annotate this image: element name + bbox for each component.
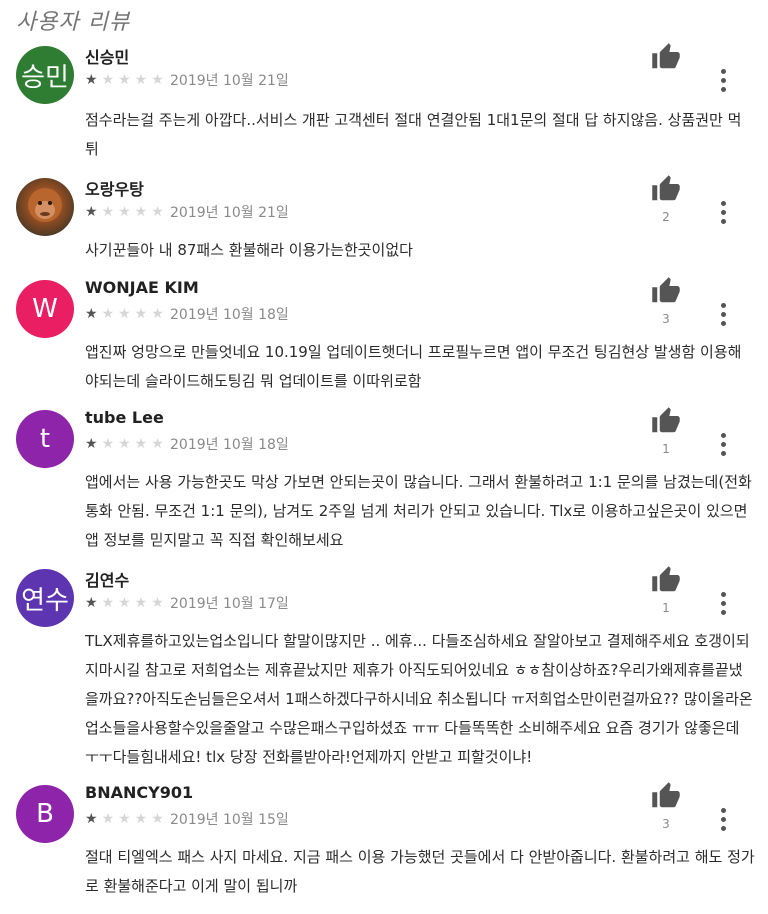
avatar[interactable]: 승민 xyxy=(16,46,74,104)
review-text: TLX제휴를하고있는업소입니다 할말이많지만 .. 에휴... 다들조심하세요 … xyxy=(85,632,753,766)
review-date: 2019년 10월 17일 xyxy=(170,596,289,612)
avatar[interactable]: t xyxy=(16,410,74,468)
avatar[interactable]: B xyxy=(16,785,74,843)
thumbs-up-icon[interactable] xyxy=(650,42,682,72)
star-rating: ★★★★★ xyxy=(85,595,168,611)
star-rating: ★★★★★ xyxy=(85,811,168,827)
star-rating: ★★★★★ xyxy=(85,72,168,88)
review-text: 점수라는걸 주는게 아깝다..서비스 개판 고객센터 절대 연결안됨 1대1문의… xyxy=(85,111,742,158)
more-options-icon[interactable] xyxy=(713,589,733,619)
review-date: 2019년 10월 18일 xyxy=(170,437,289,453)
star-rating: ★★★★★ xyxy=(85,204,168,220)
avatar[interactable]: 연수 xyxy=(16,569,74,627)
review-date: 2019년 10월 21일 xyxy=(170,205,289,221)
helpful-count: 3 xyxy=(662,312,670,326)
reviewer-name: 김연수 xyxy=(85,571,130,590)
review-text: 앱진짜 엉망으로 만들엇네요 10.19일 업데이트햇더니 프로필누르면 앱이 … xyxy=(85,343,742,390)
reviewer-name: WONJAE KIM xyxy=(85,278,199,297)
helpful-count: 2 xyxy=(662,210,670,224)
reviewer-name: tube Lee xyxy=(85,408,164,427)
star-rating: ★★★★★ xyxy=(85,436,168,452)
review-text: 절대 티엘엑스 패스 사지 마세요. 지금 패스 이용 가능했던 곳들에서 다 … xyxy=(85,848,755,895)
helpful-count: 1 xyxy=(662,601,670,615)
review-date: 2019년 10월 18일 xyxy=(170,307,289,323)
more-options-icon[interactable] xyxy=(713,430,733,460)
review-text: 앱에서는 사용 가능한곳도 막상 가보면 안되는곳이 많습니다. 그래서 환불하… xyxy=(85,473,752,549)
review-date: 2019년 10월 15일 xyxy=(170,812,289,828)
star-rating: ★★★★★ xyxy=(85,306,168,322)
more-options-icon[interactable] xyxy=(713,66,733,96)
reviewer-name: 오랑우탕 xyxy=(85,180,144,199)
avatar[interactable] xyxy=(16,178,74,236)
helpful-count: 1 xyxy=(662,442,670,456)
helpful-count: 3 xyxy=(662,817,670,831)
thumbs-up-icon[interactable] xyxy=(650,276,682,306)
thumbs-up-icon[interactable] xyxy=(650,781,682,811)
more-options-icon[interactable] xyxy=(713,300,733,330)
reviewer-name: 신승민 xyxy=(85,48,130,67)
thumbs-up-icon[interactable] xyxy=(650,565,682,595)
orangutan-photo xyxy=(28,188,62,222)
reviewer-name: BNANCY901 xyxy=(85,783,194,802)
review-date: 2019년 10월 21일 xyxy=(170,73,289,89)
review-text: 사기꾼들아 내 87패스 환불해라 이용가는한곳이없다 xyxy=(85,241,413,259)
more-options-icon[interactable] xyxy=(713,198,733,228)
thumbs-up-icon[interactable] xyxy=(650,406,682,436)
thumbs-up-icon[interactable] xyxy=(650,174,682,204)
more-options-icon[interactable] xyxy=(713,805,733,835)
avatar[interactable]: W xyxy=(16,280,74,338)
section-title: 사용자 리뷰 xyxy=(16,10,131,35)
